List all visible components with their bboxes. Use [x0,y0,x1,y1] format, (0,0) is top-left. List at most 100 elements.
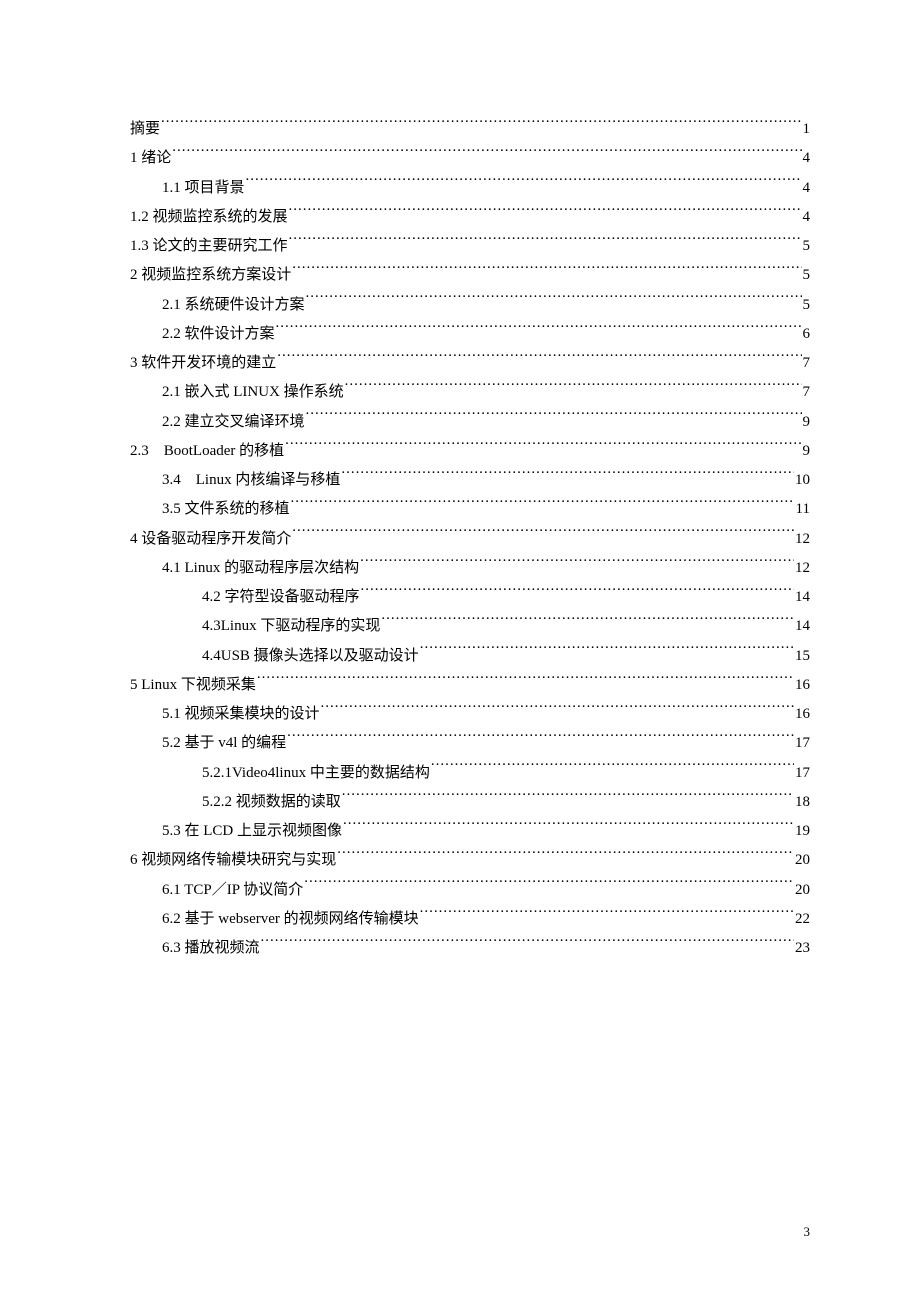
toc-entry-title: 1.3 论文的主要研究工作 [130,232,288,261]
toc-entry-page: 5 [803,261,811,290]
toc-entry-page: 6 [803,320,811,349]
toc-entry-page: 12 [795,525,810,554]
page-number: 3 [804,1224,811,1240]
toc-entry-title: 5 Linux 下视频采集 [130,671,256,700]
toc-entry-page: 9 [803,408,811,437]
toc-entry-title: 2 视频监控系统方案设计 [130,261,291,290]
toc-leader-dots [431,762,794,777]
toc-leader-dots [361,586,794,601]
toc-entry-page: 17 [795,759,810,788]
toc-leader-dots [345,381,802,396]
toc-entry-title: 5.2 基于 v4l 的编程 [162,729,286,758]
toc-entry-title: 1 绪论 [130,144,171,173]
toc-entry-title: 5.2.2 视频数据的读取 [202,788,341,817]
toc-entry-page: 4 [803,203,811,232]
toc-leader-dots [306,411,802,426]
toc-leader-dots [343,820,794,835]
toc-entry: 5.2.2 视频数据的读取18 [130,788,810,817]
toc-leader-dots [420,645,794,660]
toc-entry-title: 2.2 软件设计方案 [162,320,275,349]
toc-entry: 5.2 基于 v4l 的编程 17 [130,729,810,758]
toc-entry: 2.3 BootLoader 的移植 9 [130,437,810,466]
toc-entry-title: 5.2.1Video4linux 中主要的数据结构 [202,759,430,788]
toc-leader-dots [289,206,802,221]
toc-entry-page: 17 [795,729,810,758]
toc-entry-title: 5.1 视频采集模块的设计 [162,700,320,729]
toc-entry: 4 设备驱动程序开发简介 12 [130,525,810,554]
toc-entry: 6.1 TCP／IP 协议简介 20 [130,876,810,905]
toc-entry-page: 12 [795,554,810,583]
toc-entry: 5.2.1Video4linux 中主要的数据结构 17 [130,759,810,788]
toc-entry-page: 15 [795,642,810,671]
toc-leader-dots [246,177,802,192]
toc-leader-dots [337,849,794,864]
toc-entry-title: 4.4USB 摄像头选择以及驱动设计 [202,642,419,671]
toc-leader-dots [172,147,801,162]
toc-entry-title: 4 设备驱动程序开发简介 [130,525,291,554]
toc-leader-dots [306,294,802,309]
toc-leader-dots [161,118,801,133]
toc-leader-dots [292,528,794,543]
toc-leader-dots [291,498,795,513]
toc-entry-title: 6.1 TCP／IP 协议简介 [162,876,303,905]
toc-entry-page: 10 [795,466,810,495]
toc-leader-dots [261,937,794,952]
toc-entry: 2.1 系统硬件设计方案5 [130,291,810,320]
toc-entry-title: 6.3 播放视频流 [162,934,260,963]
toc-entry-title: 3.5 文件系统的移植 [162,495,290,524]
toc-entry-page: 22 [795,905,810,934]
toc-entry-page: 16 [795,700,810,729]
toc-entry-page: 4 [803,144,811,173]
toc-entry-title: 4.2 字符型设备驱动程序 [202,583,360,612]
toc-page: 摘要11 绪论41.1 项目背景41.2 视频监控系统的发展41.3 论文的主要… [0,0,920,963]
toc-entry-page: 14 [795,612,810,641]
toc-entry: 1 绪论 4 [130,144,810,173]
toc-leader-dots [420,908,794,923]
toc-entry: 5 Linux 下视频采集16 [130,671,810,700]
toc-entry: 2 视频监控系统方案设计 5 [130,261,810,290]
toc-entry: 2.2 建立交叉编译环境9 [130,408,810,437]
toc-entry-page: 20 [795,876,810,905]
toc-leader-dots [277,352,801,367]
toc-entry: 5.1 视频采集模块的设计 16 [130,700,810,729]
toc-entry: 1.3 论文的主要研究工作5 [130,232,810,261]
toc-leader-dots [341,469,794,484]
toc-entry-page: 14 [795,583,810,612]
toc-entry: 1.1 项目背景 4 [130,174,810,203]
toc-entry-title: 2.3 BootLoader 的移植 [130,437,284,466]
table-of-contents: 摘要11 绪论41.1 项目背景41.2 视频监控系统的发展41.3 论文的主要… [130,115,810,963]
toc-leader-dots [287,732,794,747]
toc-leader-dots [381,615,794,630]
toc-entry: 5.3 在 LCD 上显示视频图像19 [130,817,810,846]
toc-entry-page: 4 [803,174,811,203]
toc-entry-page: 5 [803,291,811,320]
toc-entry: 2.1 嵌入式 LINUX 操作系统7 [130,378,810,407]
toc-entry: 4.3Linux 下驱动程序的实现 14 [130,612,810,641]
toc-entry: 4.1 Linux 的驱动程序层次结构 12 [130,554,810,583]
toc-entry-title: 4.1 Linux 的驱动程序层次结构 [162,554,359,583]
toc-entry: 6 视频网络传输模块研究与实现20 [130,846,810,875]
toc-entry-page: 20 [795,846,810,875]
toc-entry: 4.2 字符型设备驱动程序 14 [130,583,810,612]
toc-leader-dots [342,791,794,806]
toc-leader-dots [321,703,794,718]
toc-entry-page: 7 [803,349,811,378]
toc-entry-page: 23 [795,934,810,963]
toc-entry: 2.2 软件设计方案 6 [130,320,810,349]
toc-entry-title: 4.3Linux 下驱动程序的实现 [202,612,380,641]
toc-entry: 4.4USB 摄像头选择以及驱动设计 15 [130,642,810,671]
toc-leader-dots [292,264,801,279]
toc-entry-title: 1.1 项目背景 [162,174,245,203]
toc-entry-title: 摘要 [130,115,160,144]
toc-entry-title: 5.3 在 LCD 上显示视频图像 [162,817,342,846]
toc-leader-dots [276,323,802,338]
toc-entry-title: 6.2 基于 webserver 的视频网络传输模块 [162,905,419,934]
toc-entry: 3.5 文件系统的移植11 [130,495,810,524]
toc-entry-title: 3.4 Linux 内核编译与移植 [162,466,340,495]
toc-entry-page: 1 [803,115,811,144]
toc-entry-title: 1.2 视频监控系统的发展 [130,203,288,232]
toc-entry: 6.3 播放视频流 23 [130,934,810,963]
toc-entry: 1.2 视频监控系统的发展 4 [130,203,810,232]
toc-entry-page: 9 [803,437,811,466]
toc-leader-dots [285,440,801,455]
